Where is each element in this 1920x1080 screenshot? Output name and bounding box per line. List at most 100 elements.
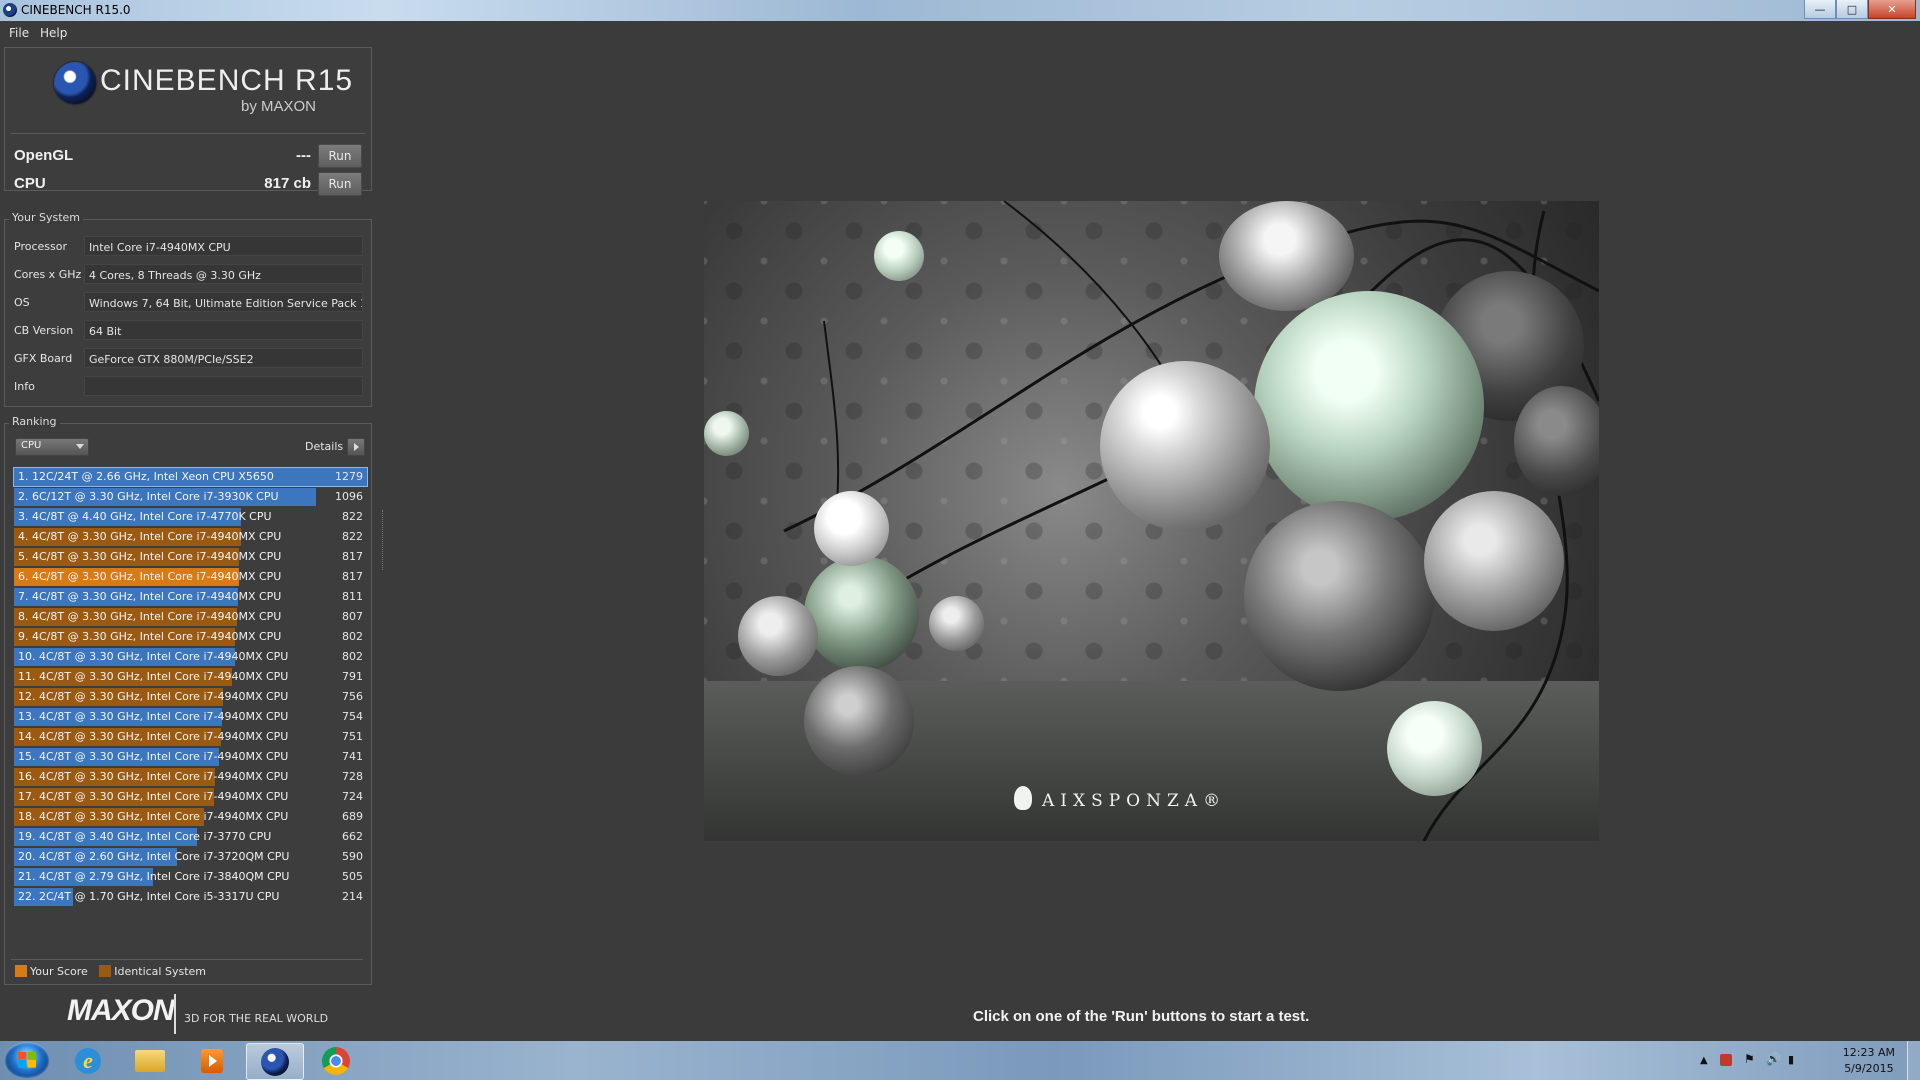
- ranking-row[interactable]: 7. 4C/8T @ 3.30 GHz, Intel Core i7-4940M…: [14, 587, 367, 607]
- ranking-row[interactable]: 16. 4C/8T @ 3.30 GHz, Intel Core i7-4940…: [14, 767, 367, 787]
- cb-version-field[interactable]: 64 Bit: [84, 320, 363, 340]
- benchmark-score: 817 cb: [264, 175, 311, 192]
- ranking-label: 8. 4C/8T @ 3.30 GHz, Intel Core i7-4940M…: [18, 610, 282, 623]
- legend-label: Your Score: [30, 965, 88, 978]
- ranking-row[interactable]: 10. 4C/8T @ 3.30 GHz, Intel Core i7-4940…: [14, 647, 367, 667]
- ranking-label: 13. 4C/8T @ 3.30 GHz, Intel Core i7-4940…: [18, 710, 289, 723]
- ranking-row[interactable]: 15. 4C/8T @ 3.30 GHz, Intel Core i7-4940…: [14, 747, 367, 767]
- folder-icon: [135, 1049, 165, 1072]
- security-icon[interactable]: [1720, 1054, 1732, 1066]
- run-cpu-button[interactable]: Run: [318, 172, 362, 196]
- ranking-category-dropdown[interactable]: CPU: [15, 438, 89, 456]
- cores-field[interactable]: 4 Cores, 8 Threads @ 3.30 GHz: [84, 264, 363, 284]
- ranking-label: 17. 4C/8T @ 3.30 GHz, Intel Core i7-4940…: [18, 790, 289, 803]
- ranking-label: 5. 4C/8T @ 3.30 GHz, Intel Core i7-4940M…: [18, 550, 282, 563]
- ranking-row[interactable]: 19. 4C/8T @ 3.40 GHz, Intel Core i7-3770…: [14, 827, 367, 847]
- flag-icon[interactable]: ⚑: [1744, 1052, 1756, 1066]
- aixsponza-logo: AIXSPONZA®: [1014, 786, 1226, 811]
- ranking-row[interactable]: 9. 4C/8T @ 3.30 GHz, Intel Core i7-4940M…: [14, 627, 367, 647]
- taskbar-chrome[interactable]: [308, 1043, 364, 1078]
- menu-file[interactable]: File: [9, 26, 29, 40]
- maximize-button[interactable]: □: [1836, 0, 1868, 19]
- system-key: Info: [14, 380, 35, 393]
- ranking-row[interactable]: 22. 2C/4T @ 1.70 GHz, Intel Core i5-3317…: [14, 887, 367, 907]
- ranking-row[interactable]: 11. 4C/8T @ 3.30 GHz, Intel Core i7-4940…: [14, 667, 367, 687]
- menu-help[interactable]: Help: [40, 26, 67, 40]
- ranking-score: 802: [342, 650, 363, 663]
- system-key: Processor: [14, 240, 67, 253]
- system-key: OS: [14, 296, 30, 309]
- benchmark-panel: CINEBENCH R15 by MAXON OpenGL --- Run CP…: [4, 47, 372, 196]
- ranking-label: 10. 4C/8T @ 3.30 GHz, Intel Core i7-4940…: [18, 650, 289, 663]
- chevron-up-icon[interactable]: ▲: [1700, 1055, 1712, 1067]
- system-tray: ▲ ⚑ 🔊 ▮ 12:23 AM 5/9/2015: [1700, 1041, 1920, 1080]
- panel-splitter[interactable]: [382, 510, 386, 570]
- ranking-row[interactable]: 18. 4C/8T @ 3.30 GHz, Intel Core i7-4940…: [14, 807, 367, 827]
- taskbar-media-player[interactable]: [184, 1043, 240, 1078]
- ranking-row[interactable]: 2. 6C/12T @ 3.30 GHz, Intel Core i7-3930…: [14, 487, 367, 507]
- volume-icon[interactable]: 🔊: [1766, 1052, 1781, 1066]
- ranking-row[interactable]: 20. 4C/8T @ 2.60 GHz, Intel Core i7-3720…: [14, 847, 367, 867]
- render-sphere: [814, 491, 889, 566]
- ranking-score: 754: [342, 710, 363, 723]
- ranking-score: 728: [342, 770, 363, 783]
- show-desktop-button[interactable]: [1907, 1041, 1920, 1080]
- render-watermark: AIXSPONZA®: [1042, 791, 1227, 811]
- ranking-row[interactable]: 1. 12C/24T @ 2.66 GHz, Intel Xeon CPU X5…: [13, 467, 368, 487]
- network-icon[interactable]: ▮: [1788, 1053, 1800, 1066]
- your-system-heading: Your System: [9, 211, 83, 224]
- ranking-label: 4. 4C/8T @ 3.30 GHz, Intel Core i7-4940M…: [18, 530, 282, 543]
- processor-field[interactable]: Intel Core i7-4940MX CPU: [84, 236, 363, 256]
- render-sphere: [704, 411, 749, 456]
- render-sphere: [1514, 386, 1599, 496]
- ranking-row[interactable]: 8. 4C/8T @ 3.30 GHz, Intel Core i7-4940M…: [14, 607, 367, 627]
- render-sphere: [738, 596, 818, 676]
- ranking-row[interactable]: 14. 4C/8T @ 3.30 GHz, Intel Core i7-4940…: [14, 727, 367, 747]
- status-message: Click on one of the 'Run' buttons to sta…: [973, 1008, 1310, 1025]
- ranking-row[interactable]: 5. 4C/8T @ 3.30 GHz, Intel Core i7-4940M…: [14, 547, 367, 567]
- ranking-score: 1096: [335, 490, 363, 503]
- start-button[interactable]: [4, 1042, 50, 1079]
- clock[interactable]: 12:23 AM 5/9/2015: [1843, 1045, 1895, 1077]
- os-field[interactable]: Windows 7, 64 Bit, Ultimate Edition Serv…: [84, 292, 363, 312]
- ranking-row[interactable]: 12. 4C/8T @ 3.30 GHz, Intel Core i7-4940…: [14, 687, 367, 707]
- gfx-board-field[interactable]: GeForce GTX 880M/PCIe/SSE2: [84, 348, 363, 368]
- ranking-score: 817: [342, 570, 363, 583]
- ranking-row[interactable]: 17. 4C/8T @ 3.30 GHz, Intel Core i7-4940…: [14, 787, 367, 807]
- ranking-score: 817: [342, 550, 363, 563]
- system-row-info: Info: [11, 376, 363, 398]
- ranking-row[interactable]: 21. 4C/8T @ 2.79 GHz, Intel Core i7-3840…: [14, 867, 367, 887]
- ranking-label: 14. 4C/8T @ 3.30 GHz, Intel Core i7-4940…: [18, 730, 289, 743]
- arrow-right-icon: [354, 443, 359, 451]
- close-button[interactable]: ✕: [1868, 0, 1916, 19]
- render-sphere: [874, 231, 924, 281]
- taskbar-explorer[interactable]: [122, 1043, 178, 1078]
- ranking-row[interactable]: 13. 4C/8T @ 3.30 GHz, Intel Core i7-4940…: [14, 707, 367, 727]
- minimize-button[interactable]: —: [1804, 0, 1836, 19]
- benchmark-score: ---: [296, 147, 311, 164]
- window-title: CINEBENCH R15.0: [21, 3, 131, 17]
- clock-date: 5/9/2015: [1844, 1062, 1894, 1075]
- taskbar: e ▲ ⚑ 🔊 ▮ 12:23 AM 5/9/2015: [0, 1041, 1920, 1080]
- run-opengl-button[interactable]: Run: [318, 144, 362, 168]
- render-sphere: [1100, 361, 1270, 531]
- cinebench-app-icon: [3, 3, 17, 17]
- internet-explorer-icon: e: [75, 1047, 101, 1074]
- window-title-bar: CINEBENCH R15.0 — □ ✕: [0, 0, 1920, 21]
- system-row-os: OS Windows 7, 64 Bit, Ultimate Edition S…: [11, 292, 363, 314]
- app-logo-text: CINEBENCH R15: [100, 64, 354, 97]
- details-toggle-button[interactable]: [347, 438, 365, 456]
- menu-bar: File Help: [0, 21, 1920, 43]
- taskbar-ie[interactable]: e: [60, 1043, 116, 1078]
- benchmark-label: OpenGL: [14, 147, 74, 164]
- ranking-row[interactable]: 3. 4C/8T @ 4.40 GHz, Intel Core i7-4770K…: [14, 507, 367, 527]
- ranking-label: 2. 6C/12T @ 3.30 GHz, Intel Core i7-3930…: [18, 490, 279, 503]
- ranking-row[interactable]: 6. 4C/8T @ 3.30 GHz, Intel Core i7-4940M…: [14, 567, 367, 587]
- info-field[interactable]: [84, 376, 363, 396]
- taskbar-cinebench[interactable]: [246, 1043, 304, 1080]
- render-viewport: AIXSPONZA®: [704, 201, 1599, 841]
- ranking-score: 689: [342, 810, 363, 823]
- ranking-row[interactable]: 4. 4C/8T @ 3.30 GHz, Intel Core i7-4940M…: [14, 527, 367, 547]
- ranking-label: 7. 4C/8T @ 3.30 GHz, Intel Core i7-4940M…: [18, 590, 282, 603]
- ranking-label: 19. 4C/8T @ 3.40 GHz, Intel Core i7-3770…: [18, 830, 272, 843]
